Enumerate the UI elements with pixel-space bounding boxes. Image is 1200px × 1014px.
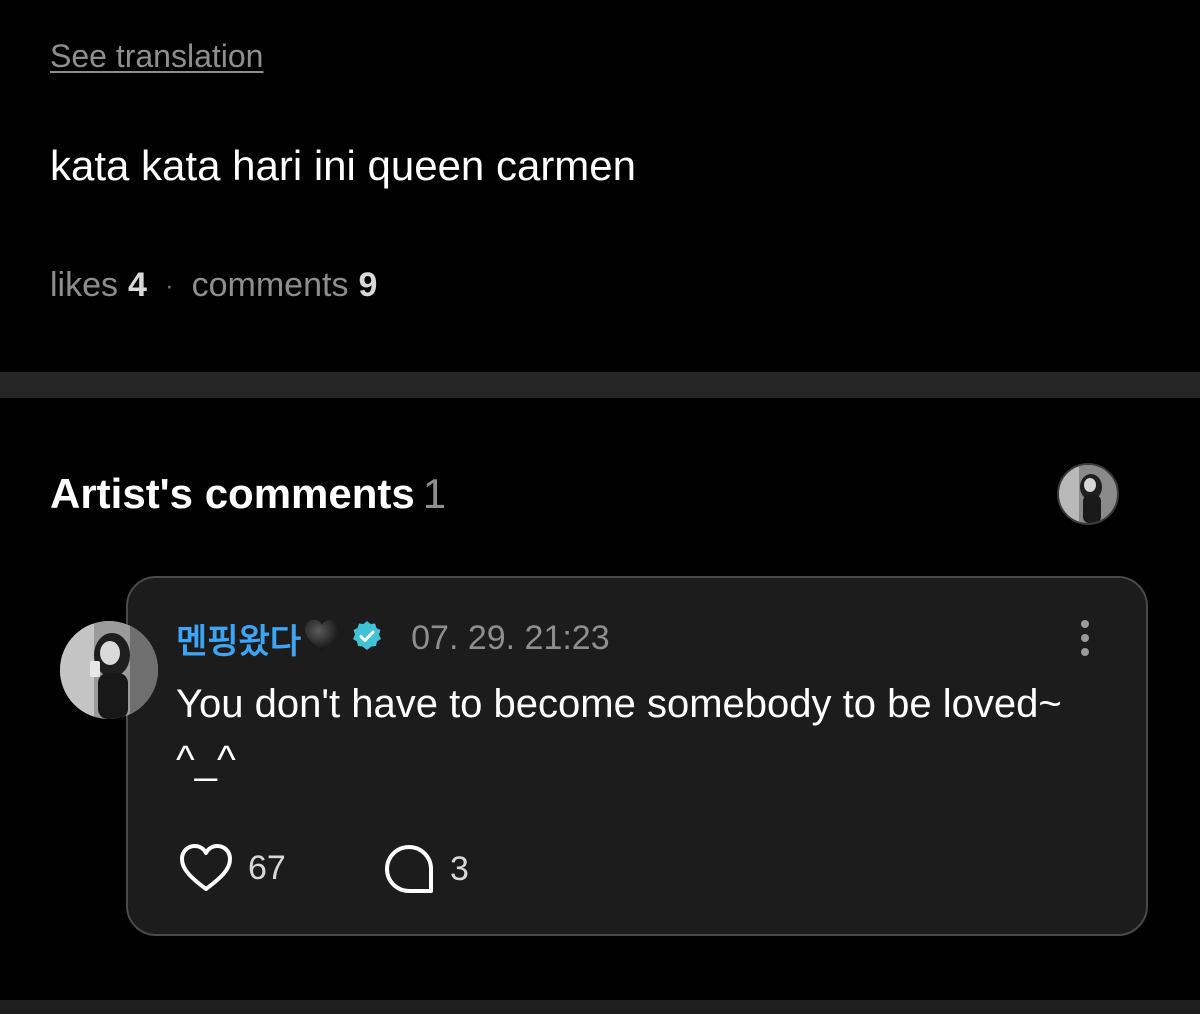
speech-bubble-icon	[385, 845, 433, 893]
likes-stat[interactable]: likes 4	[50, 266, 147, 305]
avatar-photo-icon	[60, 621, 158, 719]
comments-stat[interactable]: comments 9	[192, 266, 378, 305]
avatar-photo-icon	[1059, 465, 1117, 523]
bottom-divider	[0, 1000, 1200, 1014]
comments-label: comments	[191, 266, 349, 304]
more-options-button[interactable]	[1070, 616, 1100, 660]
heart-outline-icon	[180, 844, 232, 891]
likes-count: 4	[128, 266, 147, 304]
comment-timestamp: 07. 29. 21:23	[411, 618, 610, 657]
like-button[interactable]: 67	[178, 842, 286, 894]
likes-label: likes	[50, 266, 119, 304]
artist-comments-count: 1	[422, 470, 447, 517]
more-vertical-icon	[1081, 620, 1089, 656]
comments-count: 9	[358, 266, 378, 304]
reply-button[interactable]: 3	[382, 842, 469, 896]
comment-text: You don't have to become somebody to be …	[176, 682, 1062, 782]
artist-comments-label: Artist's comments	[50, 470, 415, 517]
post-text: kata kata hari ini queen carmen	[50, 142, 637, 189]
black-heart-icon	[303, 619, 341, 658]
section-divider	[0, 372, 1200, 398]
verified-badge-icon	[351, 620, 383, 657]
stats-separator: ·	[164, 270, 174, 300]
reply-count: 3	[450, 849, 469, 888]
comment-author-name[interactable]: 멘핑왔다	[176, 614, 301, 663]
artist-avatar-small[interactable]	[1057, 463, 1119, 525]
see-translation-link[interactable]: See translation	[50, 38, 263, 75]
post-stats: likes 4 · comments 9	[50, 266, 377, 305]
comment-author-row: 멘핑왔다 07. 29. 21:23	[176, 614, 610, 663]
like-count: 67	[248, 848, 286, 887]
artist-comments-title: Artist's comments 1	[50, 470, 446, 518]
commenter-avatar[interactable]	[60, 621, 158, 719]
